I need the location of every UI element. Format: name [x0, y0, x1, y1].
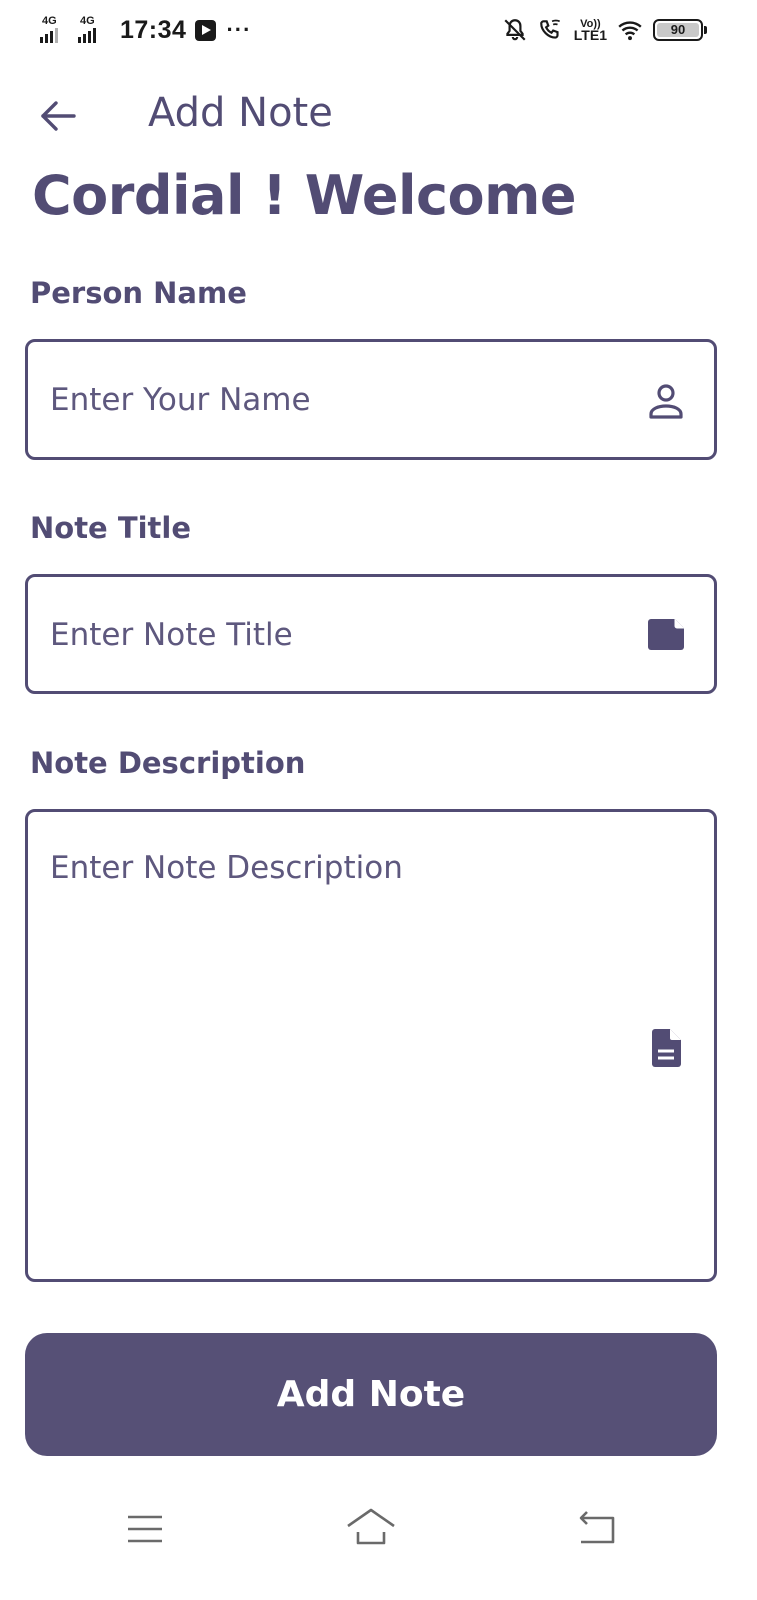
note-icon	[648, 619, 684, 650]
person-name-input[interactable]	[50, 378, 630, 422]
add-note-button[interactable]: Add Note	[25, 1333, 717, 1456]
sim1-network-label: 4G	[42, 15, 57, 27]
home-icon[interactable]	[341, 1504, 401, 1554]
battery-icon: 90	[653, 19, 707, 41]
status-bar-left: 4G 4G 17:34 ···	[40, 12, 251, 48]
sim2-network-label: 4G	[80, 15, 95, 27]
volte-indicator: Vo)) LTE1	[573, 19, 607, 43]
sim2-signal-icon: 4G	[78, 15, 110, 45]
status-bar: 4G 4G 17:34 ··· Vo)) LTE1 90	[0, 0, 757, 62]
note-title-label: Note Title	[30, 511, 192, 545]
system-nav-bar	[0, 1480, 757, 1600]
note-description-field[interactable]	[25, 809, 717, 1282]
note-description-label: Note Description	[30, 746, 306, 780]
more-notifications-icon: ···	[226, 17, 252, 42]
arrow-left-icon[interactable]	[36, 94, 80, 138]
notifications-muted-icon	[504, 19, 526, 41]
youtube-notification-icon	[195, 19, 217, 41]
sim1-signal-icon: 4G	[40, 15, 72, 45]
lte-label: LTE1	[573, 27, 607, 43]
note-title-field[interactable]	[25, 574, 717, 694]
back-icon[interactable]	[567, 1504, 627, 1554]
status-time: 17:34	[120, 15, 187, 44]
note-title-input[interactable]	[50, 613, 630, 657]
person-icon	[649, 384, 683, 419]
battery-level: 90	[657, 23, 699, 37]
wifi-calling-icon	[539, 19, 560, 39]
note-description-input[interactable]	[50, 846, 640, 1246]
add-note-screen: 4G 4G 17:34 ··· Vo)) LTE1 90 Add Note Co…	[0, 0, 757, 1600]
menu-icon[interactable]	[115, 1504, 175, 1554]
welcome-heading: Cordial ! Welcome	[32, 164, 576, 227]
wifi-icon	[618, 21, 642, 41]
app-bar-title: Add Note	[148, 90, 333, 136]
person-name-label: Person Name	[30, 276, 247, 310]
person-name-field[interactable]	[25, 339, 717, 460]
status-bar-right: Vo)) LTE1 90	[502, 14, 707, 46]
document-icon	[652, 1029, 681, 1067]
